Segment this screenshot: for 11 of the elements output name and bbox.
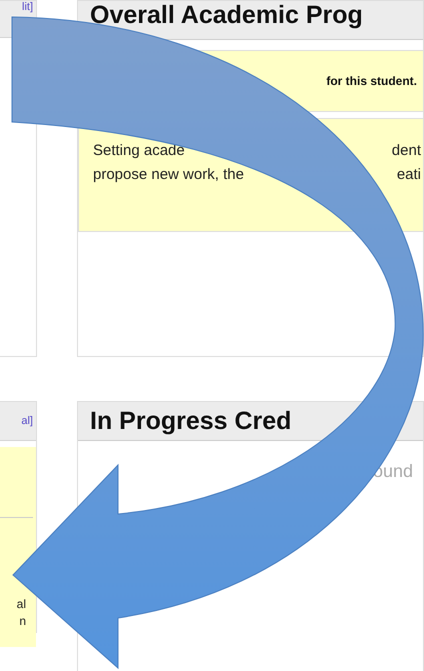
description-text: propose new work, the [93, 165, 244, 185]
description-text: dent [392, 141, 421, 161]
panel-title: Overall Academic Prog [90, 1, 363, 29]
description-text: eati [396, 165, 421, 185]
panel-title: In Progress Cred [90, 407, 292, 435]
note-text: al [16, 596, 27, 613]
edit-link[interactable]: lit] [22, 1, 33, 13]
header-link[interactable]: al] [21, 415, 33, 427]
notice-text: for this student. [326, 74, 417, 88]
description-text: Setting acade [93, 141, 185, 161]
note-text: n [18, 613, 27, 630]
